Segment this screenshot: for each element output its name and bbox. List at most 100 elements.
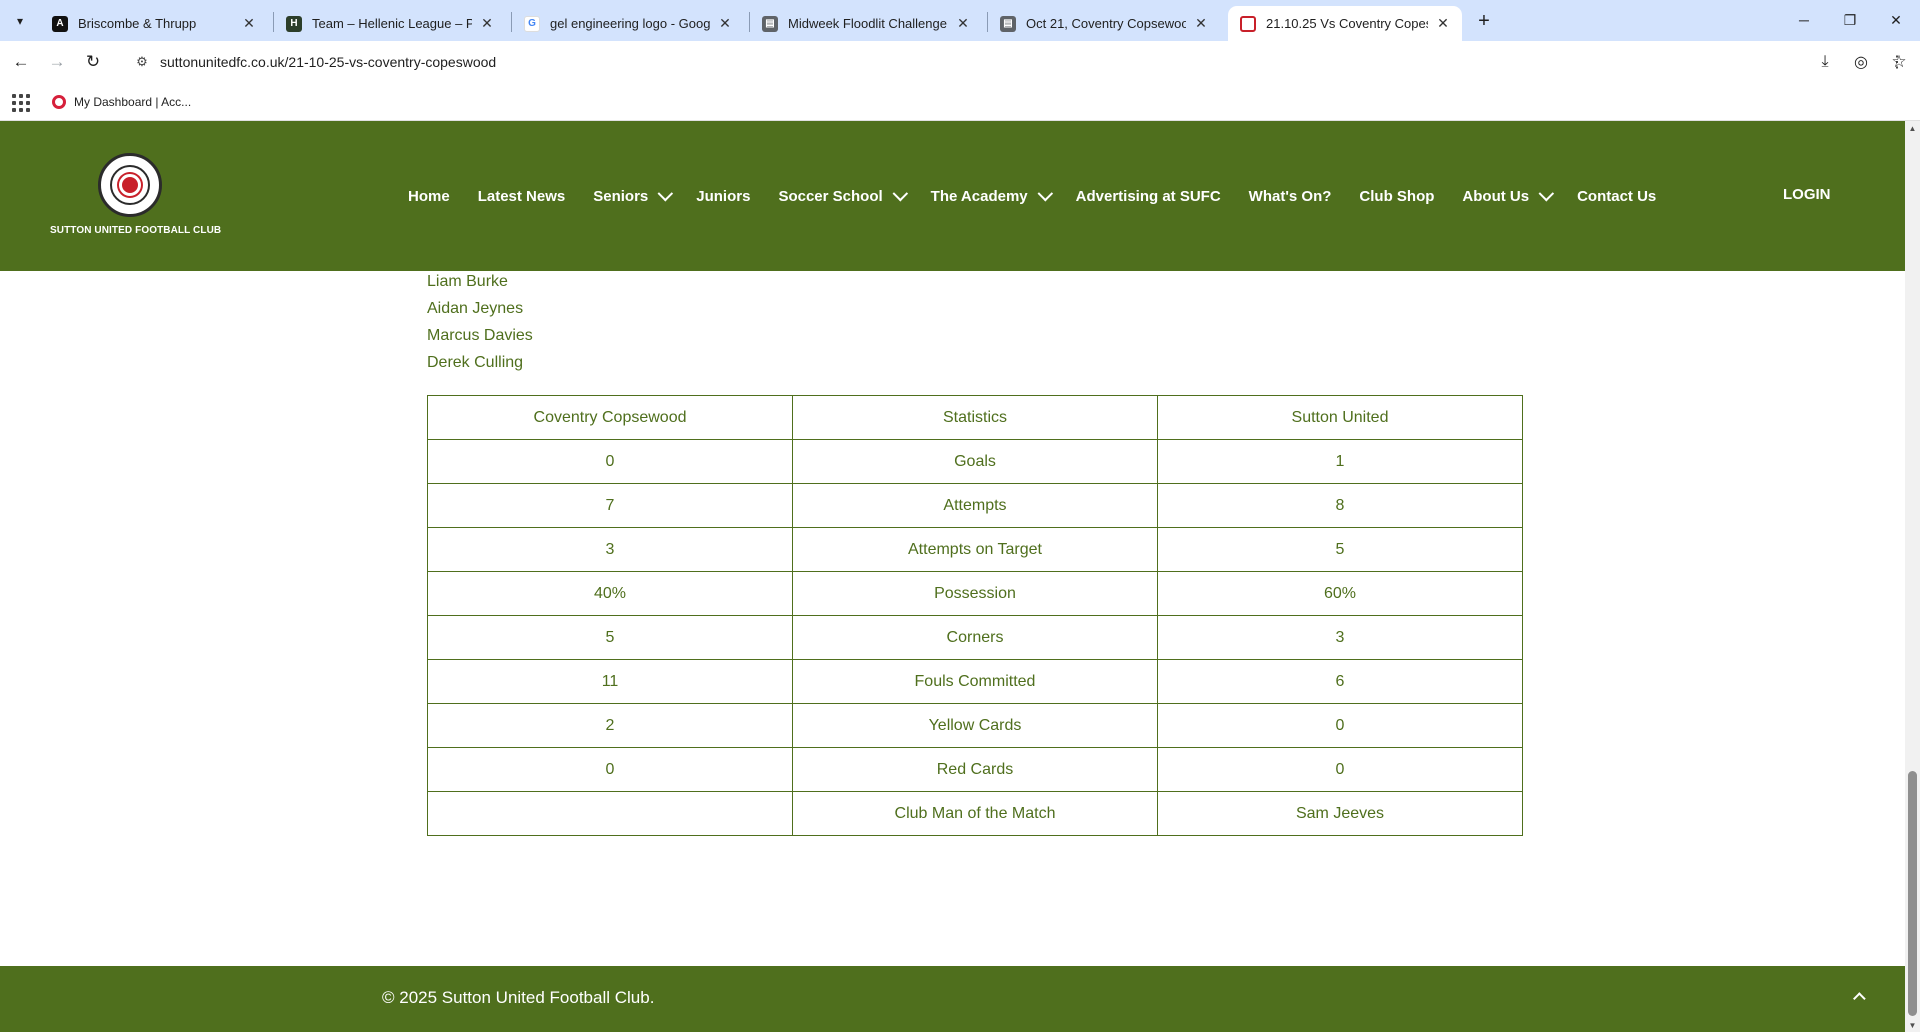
nav-juniors[interactable]: Juniors	[696, 188, 750, 205]
apps-grid-icon[interactable]	[10, 92, 30, 112]
stat-label: Attempts	[792, 483, 1158, 528]
url-text[interactable]: suttonunitedfc.co.uk/21-10-25-vs-coventr…	[160, 54, 496, 70]
table-row: 0 Red Cards 0	[427, 747, 1523, 792]
tab-title: Team – Hellenic League – Prou	[312, 16, 472, 31]
table-row: 5 Corners 3	[427, 615, 1523, 660]
tab-2[interactable]: H Team – Hellenic League – Prou ✕	[274, 6, 506, 41]
club-logo[interactable]: SUTTON UNITED FOOTBALL CLUB	[50, 153, 222, 243]
home-value: 7	[427, 483, 793, 528]
player-name: Liam Burke	[427, 272, 508, 290]
header-away-team: Sutton United	[1157, 395, 1523, 440]
away-value: 6	[1157, 659, 1523, 704]
table-row: 7 Attempts 8	[427, 483, 1523, 528]
home-value: 0	[427, 439, 793, 484]
reload-icon[interactable]: ↻	[78, 48, 108, 76]
close-icon[interactable]: ✕	[478, 15, 496, 33]
nav-home[interactable]: Home	[408, 188, 450, 205]
away-value: 8	[1157, 483, 1523, 528]
header-statistics: Statistics	[792, 395, 1158, 440]
table-row: 2 Yellow Cards 0	[427, 703, 1523, 748]
home-value: 11	[427, 659, 793, 704]
address-bar[interactable]: ⚙ suttonunitedfc.co.uk/21-10-25-vs-coven…	[122, 45, 1907, 79]
tab-4[interactable]: ▤ Midweek Floodlit Challenge Cu ✕	[750, 6, 982, 41]
google-icon: G	[524, 15, 540, 32]
nav-soccer-school[interactable]: Soccer School	[778, 185, 908, 205]
club-crest-icon	[98, 153, 162, 217]
site-info-icon[interactable]: ⚙	[130, 50, 154, 74]
home-value: 0	[427, 747, 793, 792]
nav-advertising[interactable]: Advertising at SUFC	[1076, 188, 1221, 205]
home-value	[427, 791, 793, 836]
stat-label: Yellow Cards	[792, 703, 1158, 748]
home-value: 3	[427, 527, 793, 572]
tab-1[interactable]: A Briscombe & Thrupp ✕	[40, 6, 268, 41]
away-value: 0	[1157, 747, 1523, 792]
nav-seniors[interactable]: Seniors	[593, 185, 674, 205]
nav-club-shop[interactable]: Club Shop	[1359, 188, 1434, 205]
scroll-up-icon[interactable]: ▲	[1905, 121, 1920, 135]
player-list: Liam Burke Aidan Jeynes Marcus Davies De…	[427, 268, 533, 376]
nav-the-academy[interactable]: The Academy	[931, 185, 1053, 205]
scroll-to-top-button[interactable]	[1852, 984, 1870, 1008]
restore-icon[interactable]: ❐	[1827, 0, 1873, 40]
close-icon[interactable]: ✕	[1434, 15, 1452, 33]
bookmark-label: My Dashboard | Acc...	[74, 95, 192, 109]
header-home-team: Coventry Copsewood	[427, 395, 793, 440]
page-scrollbar[interactable]: ▲ ▼	[1905, 121, 1920, 1032]
stat-label: Corners	[792, 615, 1158, 660]
main-nav: Home Latest News Seniors Juniors Soccer …	[408, 121, 1684, 271]
tab-title: Midweek Floodlit Challenge Cu	[788, 16, 948, 31]
tab-search-icon[interactable]: ▾	[6, 8, 34, 34]
browser-toolbar: ← → ↻ ⚙ suttonunitedfc.co.uk/21-10-25-vs…	[0, 41, 1920, 83]
menu-icon[interactable]: ⋮	[1882, 48, 1912, 76]
stat-label: Fouls Committed	[792, 659, 1158, 704]
close-icon[interactable]: ✕	[1192, 15, 1210, 33]
table-row: 11 Fouls Committed 6	[427, 659, 1523, 704]
back-icon[interactable]: ←	[6, 48, 36, 76]
away-value: 0	[1157, 703, 1523, 748]
chevron-up-icon	[1852, 991, 1866, 1005]
stat-label: Club Man of the Match	[792, 791, 1158, 836]
site-header: SUTTON UNITED FOOTBALL CLUB Home Latest …	[0, 121, 1905, 271]
download-icon[interactable]: ⤓	[1810, 48, 1840, 76]
nav-contact-us[interactable]: Contact Us	[1577, 188, 1656, 205]
close-window-icon[interactable]: ✕	[1873, 0, 1919, 40]
tab-6-active[interactable]: 21.10.25 Vs Coventry Copeswo ✕	[1228, 6, 1462, 41]
close-icon[interactable]: ✕	[716, 15, 734, 33]
table-row: Club Man of the Match Sam Jeeves	[427, 791, 1523, 836]
close-icon[interactable]: ✕	[240, 15, 258, 33]
tab-5[interactable]: ▤ Oct 21, Coventry Copsewood 0 ✕	[988, 6, 1220, 41]
bookmark-dashboard[interactable]: My Dashboard | Acc...	[52, 90, 191, 114]
forward-icon[interactable]: →	[42, 48, 72, 76]
chevron-down-icon	[1538, 185, 1555, 201]
tab-3[interactable]: G gel engineering logo - Google ✕	[512, 6, 744, 41]
site-footer: © 2025 Sutton United Football Club.	[0, 966, 1905, 1032]
logo-text: SUTTON UNITED FOOTBALL CLUB	[50, 225, 222, 236]
document-icon: ▤	[1000, 15, 1016, 32]
nav-about-us[interactable]: About Us	[1462, 185, 1555, 205]
home-value: 2	[427, 703, 793, 748]
table-header-row: Coventry Copsewood Statistics Sutton Uni…	[427, 395, 1523, 440]
page-viewport: Liam Burke Aidan Jeynes Marcus Davies De…	[0, 121, 1905, 1032]
scroll-down-icon[interactable]: ▼	[1905, 1018, 1920, 1032]
home-value: 40%	[427, 571, 793, 616]
away-value: 3	[1157, 615, 1523, 660]
chevron-down-icon	[892, 185, 908, 201]
minimize-icon[interactable]: ─	[1781, 0, 1827, 40]
nav-whats-on[interactable]: What's On?	[1249, 188, 1332, 205]
profile-icon[interactable]: ◎	[1846, 48, 1876, 76]
player-name: Derek Culling	[427, 353, 524, 371]
close-icon[interactable]: ✕	[954, 15, 972, 33]
chevron-down-icon	[657, 185, 674, 201]
scrollbar-thumb[interactable]	[1908, 771, 1917, 1016]
player-name: Marcus Davies	[427, 326, 533, 344]
bookmarks-bar: My Dashboard | Acc...	[0, 83, 1920, 121]
away-value: 1	[1157, 439, 1523, 484]
tab-title: Oct 21, Coventry Copsewood 0	[1026, 16, 1186, 31]
new-tab-button[interactable]: +	[1470, 8, 1498, 34]
club-crest-icon	[1240, 15, 1256, 32]
login-link[interactable]: LOGIN	[1783, 186, 1831, 203]
stat-label: Red Cards	[792, 747, 1158, 792]
stat-label: Attempts on Target	[792, 527, 1158, 572]
nav-latest-news[interactable]: Latest News	[478, 188, 566, 205]
